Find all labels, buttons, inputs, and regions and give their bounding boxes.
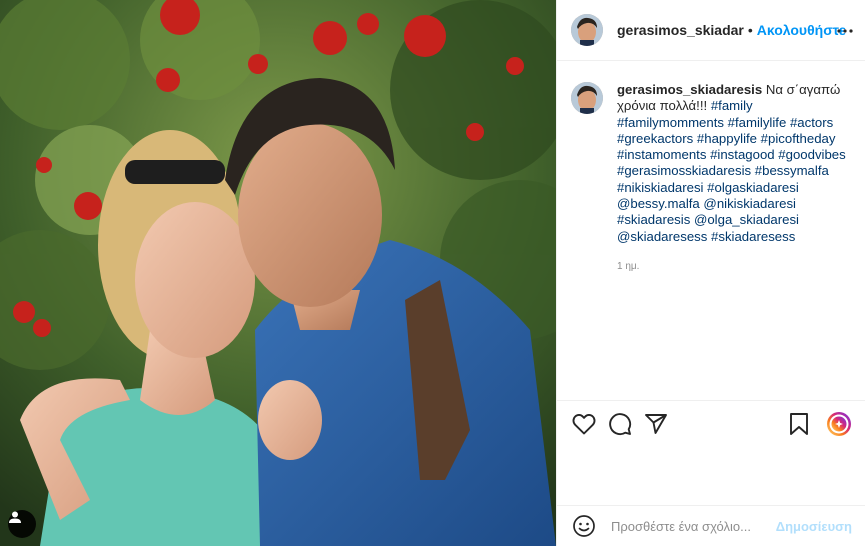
- user-tag-icon: [9, 511, 21, 523]
- avatar[interactable]: [571, 14, 603, 46]
- avatar-image: [571, 82, 603, 114]
- story-ring-icon: [827, 411, 851, 436]
- post-caption: gerasimos_skiadaresis Να σ΄αγαπώ χρόνια …: [571, 82, 856, 275]
- comment-button[interactable]: [607, 411, 633, 437]
- caption-username[interactable]: gerasimos_skiadaresis: [617, 82, 762, 97]
- heart-icon: [572, 413, 596, 434]
- comment-bar: Δημοσίευση: [557, 505, 865, 546]
- post-timestamp[interactable]: 1 ημ.: [617, 259, 853, 275]
- header-username[interactable]: gerasimos_skiadar: [617, 22, 744, 38]
- caption-hashtags[interactable]: #family #familymomments #familylife #act…: [617, 98, 846, 243]
- post-header: gerasimos_skiadar • Ακολουθήστε: [557, 0, 865, 61]
- comment-input[interactable]: [611, 518, 761, 534]
- like-button[interactable]: [571, 411, 597, 437]
- caption-body: gerasimos_skiadaresis Να σ΄αγαπώ χρόνια …: [617, 82, 853, 275]
- share-icon: [645, 413, 667, 434]
- follow-button[interactable]: Ακολουθήστε: [757, 22, 846, 38]
- post-actions: [557, 400, 865, 446]
- bookmark-icon: [790, 412, 808, 435]
- avatar-image: [571, 14, 603, 46]
- post-side-panel: gerasimos_skiadar • Ακολουθήστε gerasimo…: [556, 0, 865, 546]
- more-options-button[interactable]: [836, 22, 854, 40]
- tagged-users-button[interactable]: [8, 510, 36, 538]
- post-photo[interactable]: [0, 0, 556, 546]
- emoji-button[interactable]: [571, 513, 597, 539]
- more-options-icon: [837, 29, 853, 33]
- photo-image: [0, 0, 556, 546]
- header-separator: •: [747, 22, 753, 38]
- share-button[interactable]: [643, 411, 669, 437]
- emoji-icon: [573, 515, 595, 537]
- highlight-button[interactable]: [826, 411, 852, 437]
- caption-avatar[interactable]: [571, 82, 603, 114]
- post-comment-button[interactable]: Δημοσίευση: [776, 519, 852, 534]
- comment-icon: [609, 412, 632, 435]
- save-button[interactable]: [786, 411, 812, 437]
